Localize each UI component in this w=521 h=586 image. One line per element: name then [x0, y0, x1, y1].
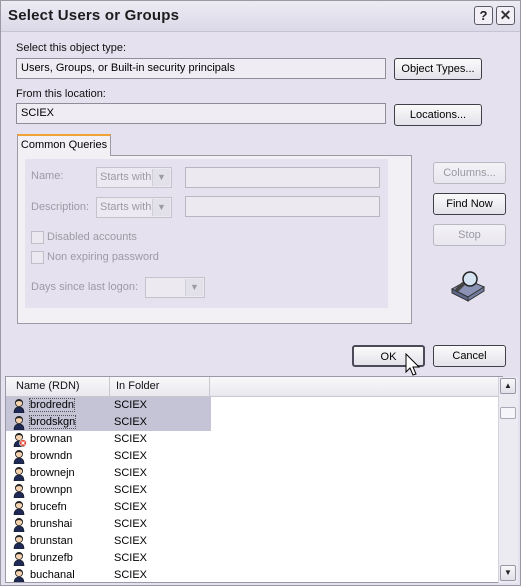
table-row[interactable]: brodskgn SCIEX — [6, 414, 211, 431]
search-results-list[interactable]: Name (RDN) In Folder brodredn SCIEX brodsk… — [5, 376, 503, 583]
search-directory-icon — [450, 271, 486, 302]
table-row[interactable]: brownejn SCIEX — [6, 465, 211, 482]
table-row[interactable]: brunstan SCIEX — [6, 533, 211, 550]
table-row[interactable]: brunshai SCIEX — [6, 516, 211, 533]
scroll-up-icon[interactable]: ▲ — [500, 378, 516, 394]
disabled-user-icon — [13, 433, 27, 447]
row-name: brownan — [30, 433, 73, 445]
object-types-button-label: Object Types... — [401, 63, 475, 75]
table-row[interactable]: buchanal SCIEX — [6, 567, 211, 582]
dialog-title: Select Users or Groups — [8, 7, 180, 24]
user-icon — [13, 501, 25, 515]
object-type-label: Select this object type: — [16, 42, 127, 54]
close-button[interactable]: ✕ — [496, 6, 515, 25]
user-icon — [13, 484, 25, 498]
name-input[interactable] — [185, 167, 380, 188]
table-row[interactable]: brucefn SCIEX — [6, 499, 211, 516]
table-row[interactable]: brunzefb SCIEX — [6, 550, 211, 567]
location-field: SCIEX — [16, 103, 386, 124]
table-row[interactable]: browndn SCIEX — [6, 448, 211, 465]
row-name: brucefn — [30, 501, 67, 513]
row-folder: SCIEX — [114, 399, 148, 411]
disabled-accounts-checkbox[interactable] — [31, 231, 44, 244]
row-name: brodskgn — [28, 415, 77, 429]
row-folder: SCIEX — [114, 569, 148, 581]
name-mode-select[interactable]: Starts with ▼ — [96, 167, 172, 188]
scroll-thumb[interactable] — [500, 407, 516, 419]
tab-common-queries[interactable]: Common Queries — [17, 134, 111, 156]
locations-button[interactable]: Locations... — [394, 104, 482, 126]
results-header: Name (RDN) In Folder — [6, 377, 502, 397]
row-name: brownpn — [30, 484, 73, 496]
row-name: brownejn — [30, 467, 75, 479]
help-button[interactable]: ? — [474, 6, 493, 25]
locations-button-label: Locations... — [409, 109, 467, 121]
row-name: brunzefb — [30, 552, 73, 564]
days-since-logon-label: Days since last logon: — [31, 281, 138, 293]
column-header-folder[interactable]: In Folder — [110, 377, 210, 396]
stop-button[interactable]: Stop — [433, 224, 506, 246]
description-mode-value: Starts with — [100, 201, 152, 213]
user-icon — [13, 399, 25, 413]
row-folder: SCIEX — [114, 535, 148, 547]
row-name: brodredn — [28, 398, 76, 412]
find-now-button-label: Find Now — [446, 198, 493, 210]
stop-button-label: Stop — [458, 229, 481, 241]
object-types-button[interactable]: Object Types... — [394, 58, 482, 80]
select-users-dialog: Select Users or Groups ? ✕ Select this o… — [0, 0, 521, 586]
title-bar[interactable]: Select Users or Groups ? ✕ — [1, 1, 520, 32]
days-since-logon-select[interactable]: ▼ — [145, 277, 205, 298]
user-icon — [13, 416, 25, 430]
chevron-down-icon: ▼ — [152, 169, 170, 186]
columns-button[interactable]: Columns... — [433, 162, 506, 184]
row-name: buchanal — [30, 569, 75, 581]
description-mode-select[interactable]: Starts with ▼ — [96, 197, 172, 218]
object-type-field: Users, Groups, or Built-in security prin… — [16, 58, 386, 79]
chevron-down-icon: ▼ — [185, 279, 203, 296]
column-header-name[interactable]: Name (RDN) — [10, 377, 110, 396]
name-label: Name: — [31, 170, 64, 182]
row-name: brunshai — [30, 518, 73, 530]
row-folder: SCIEX — [114, 518, 148, 530]
user-icon — [13, 518, 25, 532]
cancel-button[interactable]: Cancel — [433, 345, 506, 367]
row-folder: SCIEX — [114, 416, 148, 428]
disabled-accounts-label: Disabled accounts — [47, 231, 137, 243]
columns-button-label: Columns... — [443, 167, 496, 179]
user-icon — [13, 467, 25, 481]
table-row[interactable]: brownan SCIEX — [6, 431, 211, 448]
cancel-button-label: Cancel — [452, 350, 487, 362]
non-expiring-password-checkbox[interactable] — [31, 251, 44, 264]
ok-button-label: OK — [380, 351, 397, 363]
find-now-button[interactable]: Find Now — [433, 193, 506, 215]
user-icon — [13, 535, 25, 549]
user-icon — [13, 569, 25, 582]
row-folder: SCIEX — [114, 467, 148, 479]
non-expiring-password-label: Non expiring password — [47, 251, 159, 263]
table-row[interactable]: brownpn SCIEX — [6, 482, 211, 499]
row-folder: SCIEX — [114, 552, 148, 564]
table-row[interactable]: brodredn SCIEX — [6, 397, 211, 414]
chevron-down-icon: ▼ — [152, 199, 170, 216]
mouse-cursor-icon — [405, 353, 421, 376]
description-label: Description: — [31, 201, 90, 213]
row-name: browndn — [30, 450, 73, 462]
name-mode-value: Starts with — [100, 171, 152, 183]
row-folder: SCIEX — [114, 433, 148, 445]
row-folder: SCIEX — [114, 484, 148, 496]
location-label: From this location: — [16, 88, 106, 100]
row-folder: SCIEX — [114, 501, 148, 513]
row-folder: SCIEX — [114, 450, 148, 462]
row-name: brunstan — [30, 535, 73, 547]
user-icon — [13, 450, 25, 464]
scroll-down-icon[interactable]: ▼ — [500, 565, 516, 581]
results-scrollbar[interactable]: ▲ ▼ — [498, 377, 518, 583]
user-icon — [13, 552, 25, 566]
description-input[interactable] — [185, 196, 380, 217]
